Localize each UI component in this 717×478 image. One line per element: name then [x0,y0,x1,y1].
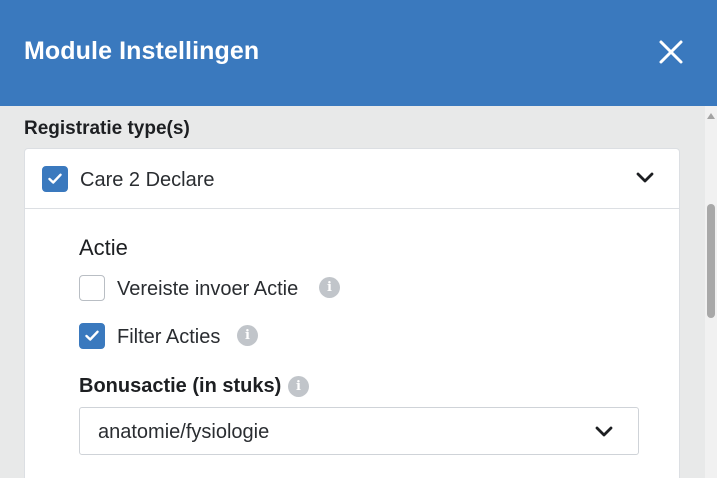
scrollbar-thumb[interactable] [707,204,715,318]
check-icon [85,330,99,341]
card-header[interactable]: Care 2 Declare [25,149,679,209]
modal-body: Registratie type(s) Care 2 Declare Actie… [0,106,705,478]
select-value: anatomie/fysiologie [98,421,270,443]
scrollbar[interactable] [705,106,717,478]
registration-card: Care 2 Declare Actie Vereiste invoer Act… [24,148,680,478]
check-icon [48,173,62,184]
chevron-down-icon [595,426,613,437]
info-icon[interactable]: i [288,376,309,397]
close-icon [659,40,683,64]
filter-actions-checkbox[interactable] [79,323,105,349]
bonus-action-select[interactable]: anatomie/fysiologie [79,407,639,455]
scroll-up-icon[interactable] [707,112,715,120]
chevron-down-icon[interactable] [635,171,655,185]
modal-header: Module Instellingen [0,0,717,106]
close-button[interactable] [656,37,686,67]
required-action-label: Vereiste invoer Actie [117,278,299,300]
info-icon[interactable]: i [237,325,258,346]
info-icon[interactable]: i [319,277,340,298]
required-action-checkbox[interactable] [79,275,105,301]
modal-title: Module Instellingen [24,37,260,65]
card-title: Care 2 Declare [80,169,215,191]
care2declare-checkbox[interactable] [42,166,68,192]
section-label: Registratie type(s) [24,118,190,139]
filter-actions-label: Filter Acties [117,326,221,348]
bonus-action-label: Bonusactie (in stuks) [79,375,282,397]
group-title: Actie [79,235,128,260]
